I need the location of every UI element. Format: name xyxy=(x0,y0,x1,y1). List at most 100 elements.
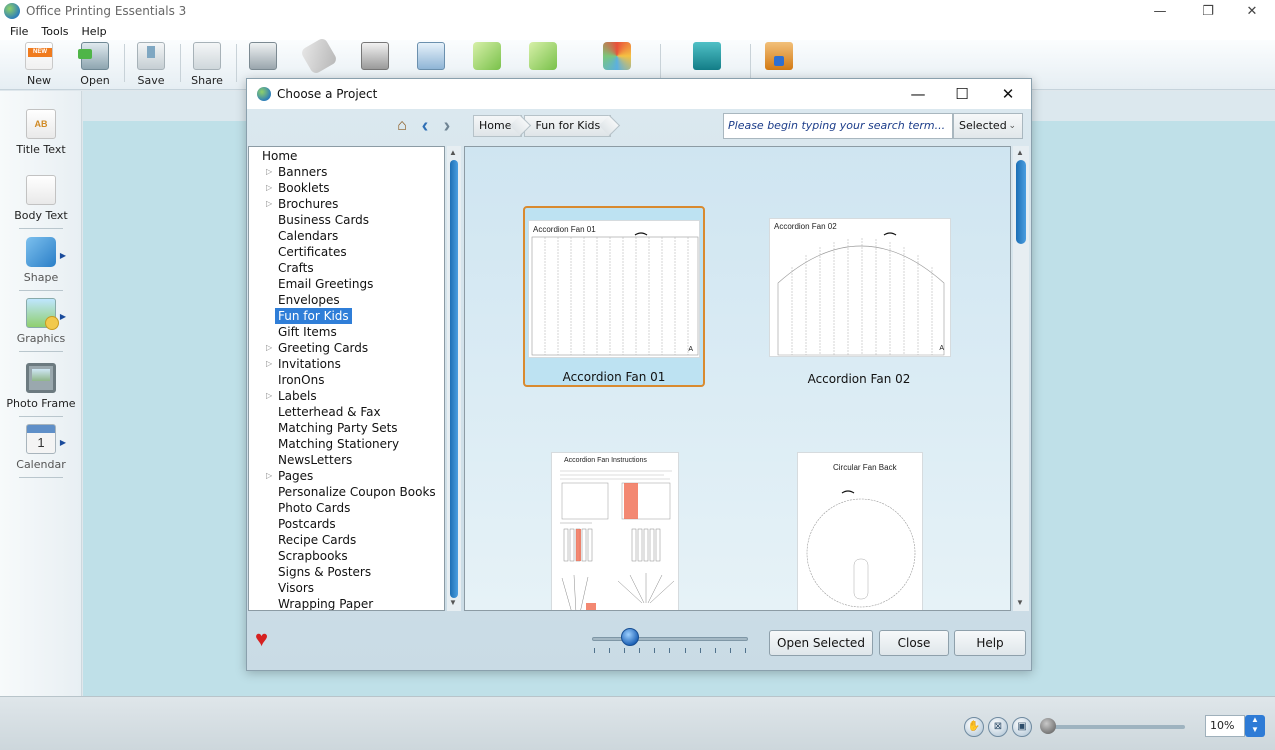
tree-scroll-thumb[interactable] xyxy=(450,160,458,598)
filter-dropdown[interactable]: Selected ⌄ xyxy=(953,113,1023,139)
project-gallery: Accordion Fan 01 A Accordion Fan 01 Acco… xyxy=(464,146,1011,611)
project-card-circular-fan-back[interactable]: Circular Fan Back xyxy=(797,452,923,610)
back-arrow-icon[interactable]: ‹ xyxy=(417,115,433,137)
title-text-tool[interactable]: AB Title Text xyxy=(0,109,82,156)
dialog-close-button[interactable]: ✕ xyxy=(985,79,1031,109)
share-button[interactable]: Share xyxy=(182,40,232,90)
tree-scrollbar[interactable]: ▲ ▼ xyxy=(447,146,461,611)
tree-item[interactable]: Personalize Coupon Books xyxy=(278,484,436,500)
tree-item[interactable]: Certificates xyxy=(278,244,347,260)
page-view-icon[interactable]: ▣ xyxy=(1012,717,1032,737)
open-selected-button[interactable]: Open Selected xyxy=(769,630,873,656)
expand-arrow-icon[interactable]: ▶ xyxy=(60,438,66,447)
thumbnail-size-slider-thumb[interactable] xyxy=(621,628,639,646)
tree-item[interactable]: Pages xyxy=(278,468,313,484)
menu-bar: File Tools Help xyxy=(0,22,1275,40)
category-tree[interactable]: Home ▷ Banners ▷ Booklets ▷ Brochures Business… xyxy=(248,146,445,611)
calendar-tool[interactable]: 1 ▶ Calendar xyxy=(0,424,82,478)
tree-item[interactable]: Invitations xyxy=(278,356,341,372)
project-card-accordion-fan-02[interactable]: Accordion Fan 02 A Accordion Fan 02 xyxy=(767,218,951,390)
breadcrumb-fun-for-kids[interactable]: Fun for Kids xyxy=(524,115,612,137)
expand-triangle-icon[interactable]: ▷ xyxy=(266,356,272,372)
scroll-up-icon[interactable]: ▲ xyxy=(1016,148,1024,157)
expand-triangle-icon[interactable]: ▷ xyxy=(266,340,272,356)
tree-item[interactable]: Fun for Kids xyxy=(275,308,352,324)
expand-triangle-icon[interactable]: ▷ xyxy=(266,164,272,180)
save-button[interactable]: Save xyxy=(126,40,176,90)
tree-item[interactable]: Banners xyxy=(278,164,327,180)
minimize-button[interactable]: — xyxy=(1137,0,1183,22)
scroll-down-icon[interactable]: ▼ xyxy=(449,598,457,607)
expand-triangle-icon[interactable]: ▷ xyxy=(266,468,272,484)
tree-item[interactable]: Wrapping Paper xyxy=(278,596,373,610)
open-label: Open xyxy=(80,74,110,87)
menu-tools[interactable]: Tools xyxy=(41,25,68,38)
tree-item[interactable]: Envelopes xyxy=(278,292,340,308)
expand-arrow-icon[interactable]: ▶ xyxy=(60,251,66,260)
left-tools-panel: AB Title Text Body Text ▶ Shape ▶ Graphi… xyxy=(0,91,82,696)
tree-item[interactable]: Booklets xyxy=(278,180,330,196)
tree-item[interactable]: Signs & Posters xyxy=(278,564,371,580)
tree-item[interactable]: Email Greetings xyxy=(278,276,373,292)
tree-item[interactable]: Recipe Cards xyxy=(278,532,356,548)
open-button[interactable]: Open xyxy=(70,40,120,90)
new-button[interactable]: NEW New xyxy=(14,40,64,90)
forward-arrow-icon[interactable]: › xyxy=(439,115,455,137)
favorites-heart-icon[interactable]: ♥ xyxy=(255,627,279,651)
tree-item[interactable]: Business Cards xyxy=(278,212,369,228)
expand-triangle-icon[interactable]: ▷ xyxy=(266,388,272,404)
project-card-accordion-fan-01[interactable]: Accordion Fan 01 A Accordion Fan 01 xyxy=(523,206,705,387)
thumbnail-size-slider[interactable] xyxy=(592,637,748,641)
tree-item[interactable]: Gift Items xyxy=(278,324,337,340)
tree-item[interactable]: IronOns xyxy=(278,372,324,388)
tree-item[interactable]: Brochures xyxy=(278,196,338,212)
chevron-down-icon: ⌄ xyxy=(1008,121,1016,131)
tree-item[interactable]: Matching Stationery xyxy=(278,436,399,452)
scroll-down-icon[interactable]: ▼ xyxy=(1016,598,1024,607)
expand-arrow-icon[interactable]: ▶ xyxy=(60,312,66,321)
fit-page-icon[interactable]: ⊠ xyxy=(988,717,1008,737)
tree-item[interactable]: Labels xyxy=(278,388,317,404)
new-document-icon: NEW xyxy=(25,42,53,70)
expand-triangle-icon[interactable]: ▷ xyxy=(266,180,272,196)
menu-help[interactable]: Help xyxy=(82,25,107,38)
project-card-accordion-fan-instructions[interactable]: Accordion Fan Instructions xyxy=(551,452,679,610)
hand-pan-icon[interactable]: ✋ xyxy=(964,717,984,737)
zoom-slider[interactable] xyxy=(1045,725,1185,729)
dialog-app-icon xyxy=(257,87,271,101)
tree-item[interactable]: Scrapbooks xyxy=(278,548,348,564)
expand-triangle-icon[interactable]: ▷ xyxy=(266,196,272,212)
body-text-tool[interactable]: Body Text xyxy=(0,175,82,229)
tree-item[interactable]: Letterhead & Fax xyxy=(278,404,381,420)
tree-item[interactable]: Visors xyxy=(278,580,314,596)
search-input[interactable]: Please begin typing your search term... xyxy=(723,113,953,139)
tree-item[interactable]: Matching Party Sets xyxy=(278,420,398,436)
scroll-up-icon[interactable]: ▲ xyxy=(449,148,457,157)
close-window-button[interactable]: ✕ xyxy=(1229,0,1275,22)
gallery-scrollbar[interactable]: ▲ ▼ xyxy=(1013,146,1029,611)
calendar-icon: 1 xyxy=(26,424,56,454)
gallery-scroll-thumb[interactable] xyxy=(1016,160,1026,244)
shape-tool[interactable]: ▶ Shape xyxy=(0,237,82,291)
graphics-tool[interactable]: ▶ Graphics xyxy=(0,298,82,352)
help-button[interactable]: Help xyxy=(954,630,1026,656)
dialog-maximize-button[interactable]: ☐ xyxy=(939,79,985,109)
save-download-icon xyxy=(137,42,165,70)
close-button[interactable]: Close xyxy=(879,630,949,656)
menu-file[interactable]: File xyxy=(10,25,28,38)
tree-item[interactable]: Greeting Cards xyxy=(278,340,368,356)
tree-item[interactable]: Photo Cards xyxy=(278,500,350,516)
breadcrumb-home[interactable]: Home xyxy=(473,115,523,137)
dialog-minimize-button[interactable]: — xyxy=(895,79,941,109)
tree-root-home[interactable]: Home xyxy=(262,148,297,164)
home-icon[interactable]: ⌂ xyxy=(393,117,411,135)
restore-button[interactable]: ❐ xyxy=(1185,0,1231,22)
tree-item[interactable]: NewsLetters xyxy=(278,452,352,468)
tree-item[interactable]: Calendars xyxy=(278,228,338,244)
photo-frame-tool[interactable]: Photo Frame xyxy=(0,363,82,417)
zoom-spinner[interactable]: ▲ ▼ xyxy=(1245,715,1265,737)
zoom-value[interactable]: 10% xyxy=(1205,715,1245,737)
tree-item[interactable]: Postcards xyxy=(278,516,336,532)
tree-item[interactable]: Crafts xyxy=(278,260,314,276)
zoom-slider-thumb[interactable] xyxy=(1040,718,1056,734)
